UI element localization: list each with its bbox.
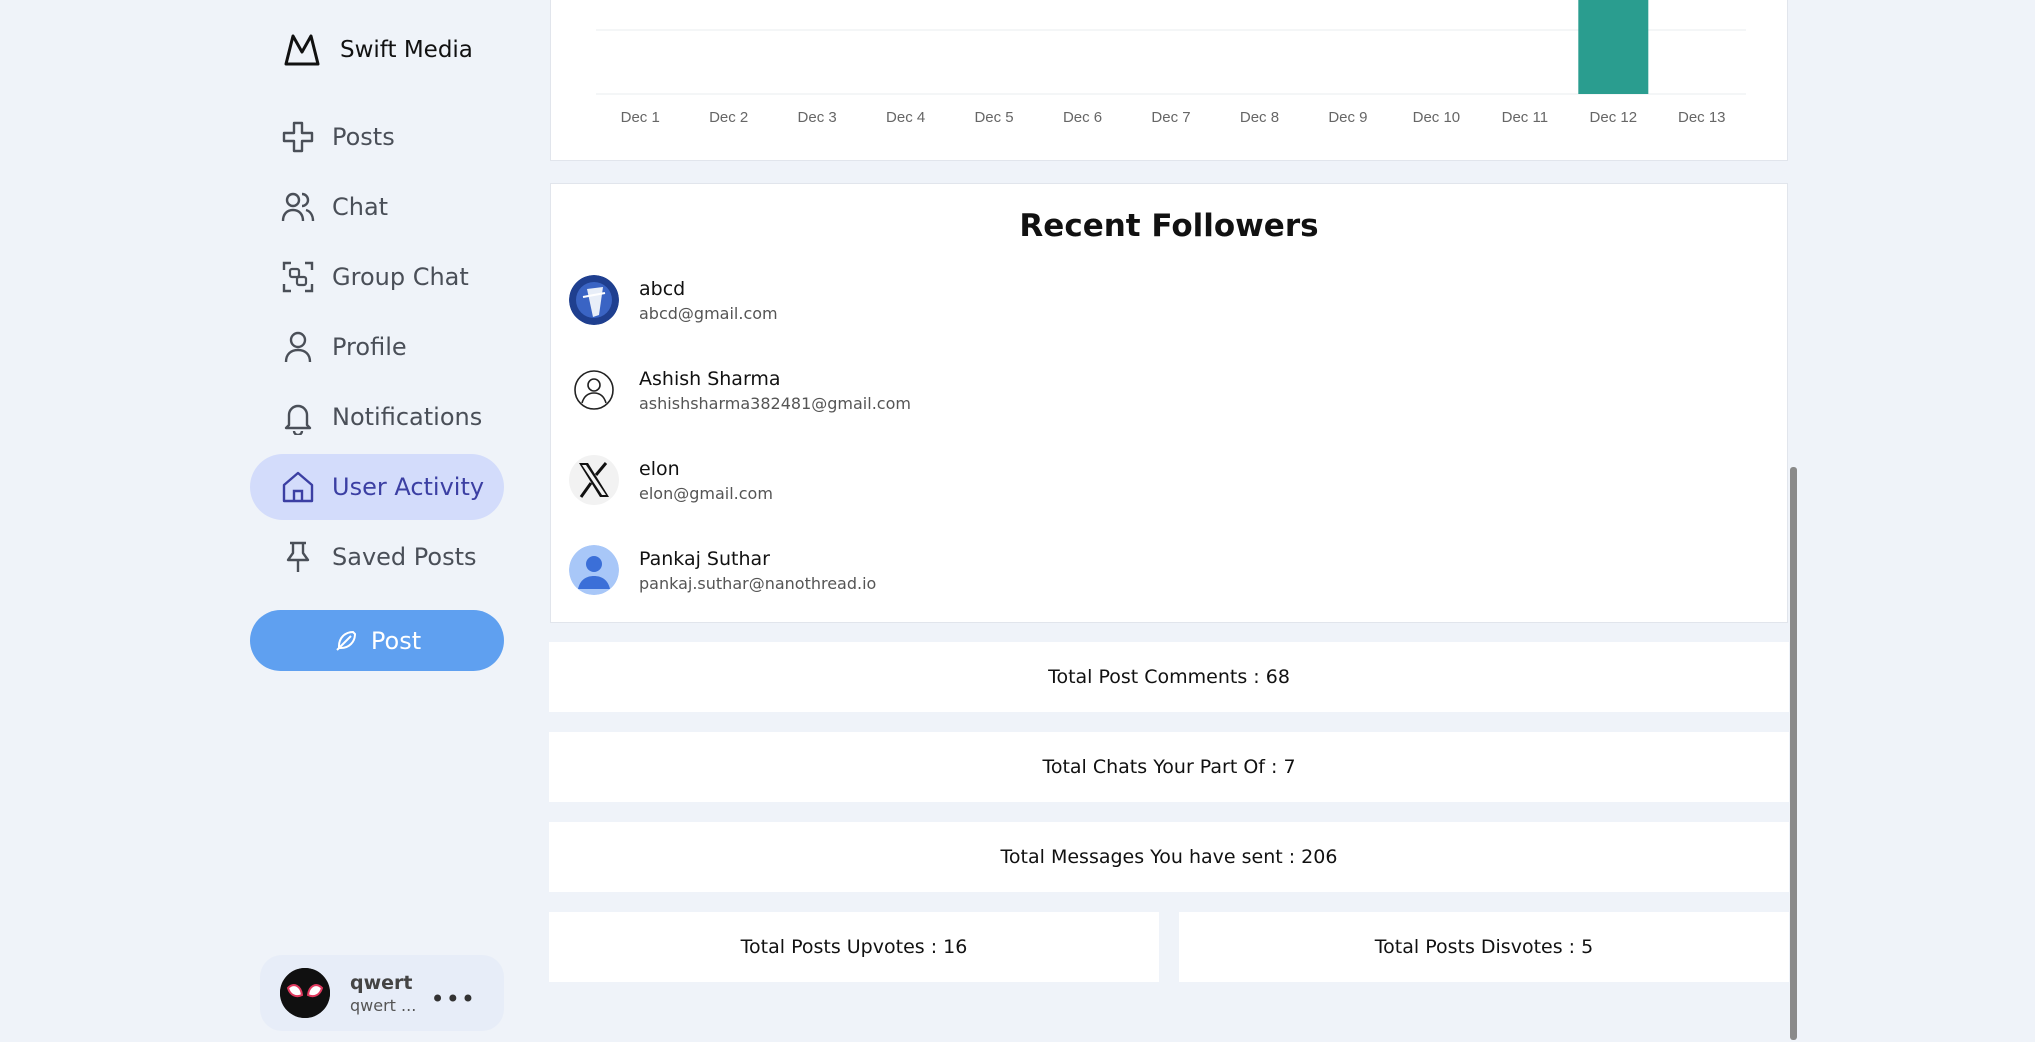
stat-total-messages: Total Messages You have sent : 206 bbox=[549, 822, 1789, 892]
activity-chart-card: Dec 1 Dec 2 Dec 3 Dec 4 Dec 5 Dec 6 Dec 7 Dec 8… bbox=[550, 0, 1788, 161]
brand-name: Swift Media bbox=[340, 37, 473, 63]
group-icon bbox=[282, 261, 314, 293]
stat-total-chats: Total Chats Your Part Of : 7 bbox=[549, 732, 1789, 802]
follower-email: abcd@gmail.com bbox=[639, 303, 778, 323]
chart-x-tick-label: Dec 4 bbox=[886, 109, 925, 126]
nav-item-posts[interactable]: Posts bbox=[250, 104, 504, 170]
follower-avatar-outline bbox=[569, 365, 619, 415]
follower-item[interactable]: elon elon@gmail.com bbox=[569, 452, 773, 508]
chart-x-tick-label: Dec 6 bbox=[1063, 109, 1102, 126]
chart-x-tick-label: Dec 1 bbox=[621, 109, 660, 126]
chart-x-tick-label: Dec 5 bbox=[974, 109, 1013, 126]
user-icon bbox=[284, 331, 312, 363]
follower-item[interactable]: abcd abcd@gmail.com bbox=[569, 272, 778, 328]
home-icon bbox=[282, 471, 314, 503]
nav-item-group-chat[interactable]: Group Chat bbox=[250, 244, 504, 310]
follower-item[interactable]: Ashish Sharma ashishsharma382481@gmail.c… bbox=[569, 362, 911, 418]
post-button[interactable]: Post bbox=[250, 610, 504, 671]
nav-label-group-chat: Group Chat bbox=[332, 263, 469, 291]
follower-name: elon bbox=[639, 457, 680, 480]
follower-email: ashishsharma382481@gmail.com bbox=[639, 393, 911, 413]
recent-followers-card: Recent Followers abcd abcd@gmail.com Ash… bbox=[550, 183, 1788, 623]
follower-email: elon@gmail.com bbox=[639, 483, 773, 503]
nav-label-saved-posts: Saved Posts bbox=[332, 543, 477, 571]
chart-x-tick-label: Dec 9 bbox=[1328, 109, 1367, 126]
nav-item-notifications[interactable]: Notifications bbox=[250, 384, 504, 450]
chart-x-tick-label: Dec 13 bbox=[1678, 109, 1726, 126]
chart-x-tick-label: Dec 3 bbox=[798, 109, 837, 126]
current-user-card[interactable]: qwert qwert ... ••• bbox=[260, 955, 504, 1031]
stat-total-upvotes: Total Posts Upvotes : 16 bbox=[549, 912, 1159, 982]
follower-name: abcd bbox=[639, 277, 686, 300]
chart-x-tick-label: Dec 2 bbox=[709, 109, 748, 126]
pin-icon bbox=[286, 541, 310, 572]
users-icon bbox=[281, 192, 315, 222]
chart-x-tick-label: Dec 11 bbox=[1502, 109, 1548, 126]
follower-avatar-default bbox=[569, 545, 619, 595]
nav-label-chat: Chat bbox=[332, 193, 389, 221]
plus-icon bbox=[282, 121, 314, 153]
nav-label-notifications: Notifications bbox=[332, 403, 483, 431]
follower-avatar-photo bbox=[569, 275, 619, 325]
nav-label-user-activity: User Activity bbox=[332, 473, 485, 501]
stat-total-disvotes: Total Posts Disvotes : 5 bbox=[1179, 912, 1789, 982]
post-button-label: Post bbox=[370, 626, 422, 655]
brand[interactable]: Swift Media bbox=[282, 30, 473, 70]
sidebar: Swift Media Posts Chat Group Chat Profil… bbox=[250, 0, 505, 1042]
follower-name: Ashish Sharma bbox=[639, 367, 781, 390]
more-horizontal-icon[interactable]: ••• bbox=[431, 985, 476, 1013]
chart-bar[interactable] bbox=[1578, 0, 1649, 94]
mountain-logo-icon bbox=[284, 34, 320, 66]
follower-item[interactable]: Pankaj Suthar pankaj.suthar@nanothread.i… bbox=[569, 542, 876, 598]
avatar bbox=[280, 968, 330, 1018]
follower-email: pankaj.suthar@nanothread.io bbox=[639, 573, 877, 593]
chart-x-tick-label: Dec 10 bbox=[1413, 109, 1461, 126]
follower-name: Pankaj Suthar bbox=[639, 547, 770, 570]
activity-chart: Dec 1 Dec 2 Dec 3 Dec 4 Dec 5 Dec 6 Dec 7 Dec 8… bbox=[596, 0, 1746, 126]
recent-followers-title: Recent Followers bbox=[1019, 208, 1319, 244]
chart-x-tick-label: Dec 12 bbox=[1590, 109, 1638, 126]
chart-x-tick-label: Dec 7 bbox=[1151, 109, 1190, 126]
follower-avatar-x-logo bbox=[569, 455, 619, 505]
nav-label-posts: Posts bbox=[332, 123, 395, 151]
chart-x-tick-label: Dec 8 bbox=[1240, 109, 1279, 126]
feather-icon bbox=[336, 630, 356, 651]
nav-item-saved-posts[interactable]: Saved Posts bbox=[250, 524, 504, 590]
bell-icon bbox=[284, 404, 312, 435]
page-scrollbar[interactable] bbox=[1790, 467, 1797, 1040]
nav-item-profile[interactable]: Profile bbox=[250, 314, 504, 380]
stat-total-comments: Total Post Comments : 68 bbox=[549, 642, 1789, 712]
current-user-handle: qwert ... bbox=[350, 995, 417, 1015]
nav-item-user-activity[interactable]: User Activity bbox=[250, 454, 504, 520]
current-user-name: qwert bbox=[350, 971, 413, 994]
nav-label-profile: Profile bbox=[332, 333, 407, 361]
nav-item-chat[interactable]: Chat bbox=[250, 174, 504, 240]
